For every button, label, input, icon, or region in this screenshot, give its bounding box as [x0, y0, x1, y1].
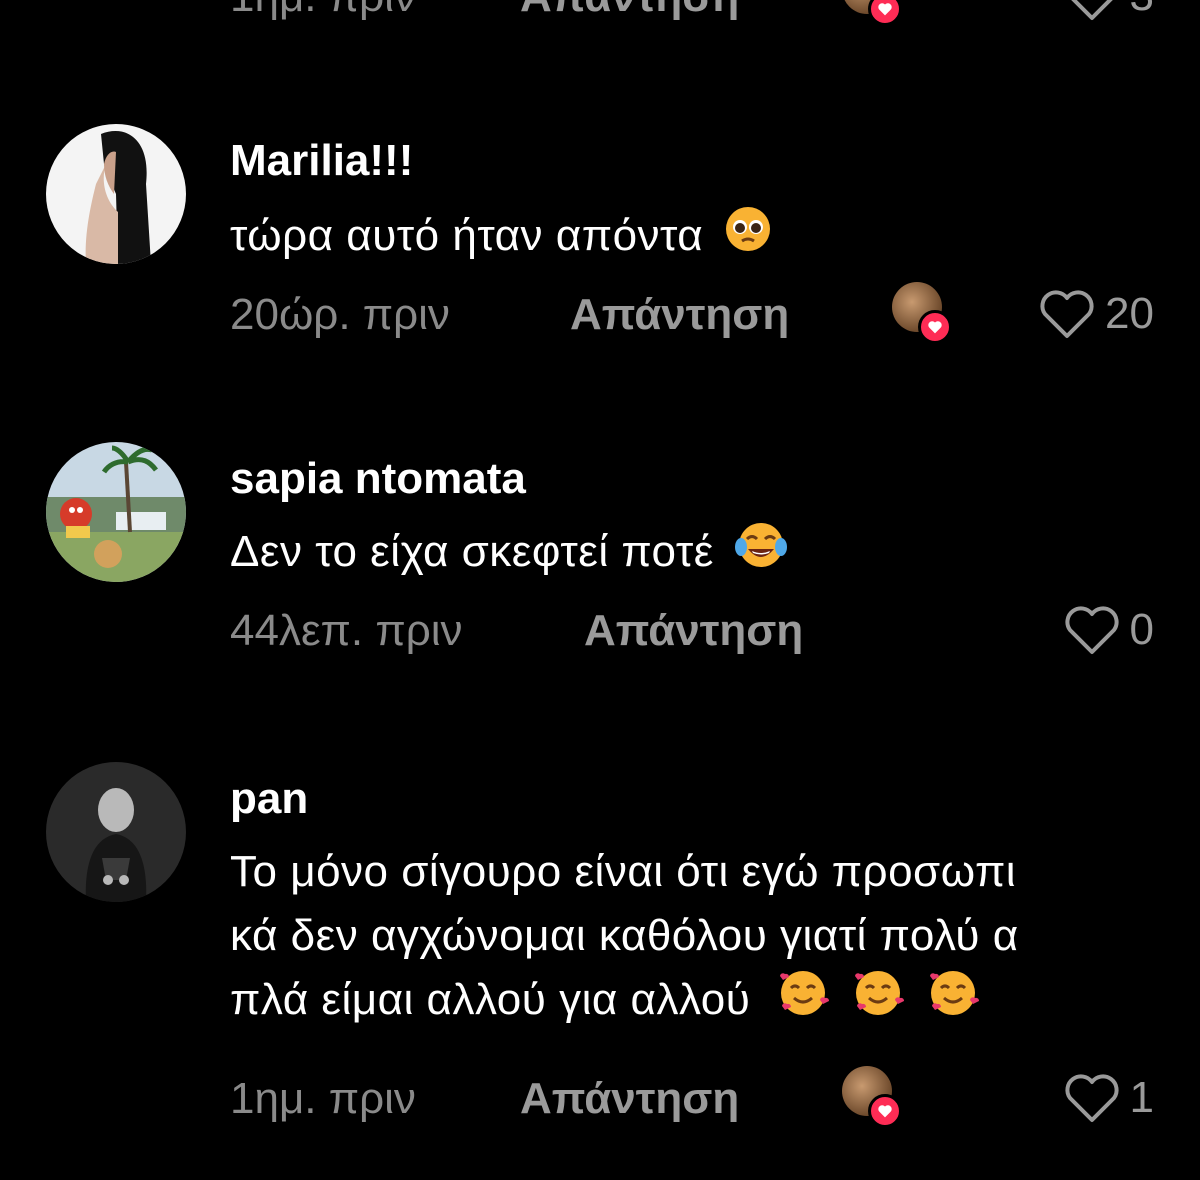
heart-badge-icon: [868, 1094, 902, 1128]
comment-text-line: κά δεν αγχώνομαι καθόλου γιατί πολύ α: [230, 911, 1019, 960]
heart-outline-icon: [1070, 0, 1113, 20]
comment-text: Δεν το είχα σκεφτεί ποτέ: [230, 520, 1170, 587]
like-button[interactable]: 3: [1062, 0, 1154, 22]
reply-button[interactable]: Απάντηση: [520, 0, 739, 22]
smiling-face-with-hearts-emoji: [852, 968, 904, 1036]
like-count: 1: [1129, 1073, 1154, 1122]
comment-time: 20ώρ. πριν: [230, 290, 450, 339]
like-count: 20: [1105, 289, 1154, 338]
comment-time: 1ημ. πριν: [230, 0, 416, 22]
username[interactable]: sapia ntomata: [230, 454, 526, 504]
reply-button[interactable]: Απάντηση: [520, 1074, 739, 1124]
creator-liked-avatar: [842, 1066, 902, 1128]
like-button[interactable]: 1: [1062, 1072, 1154, 1124]
comment-text: Το μόνο σίγουρο είναι ότι εγώ προσωπι κά…: [230, 840, 1170, 1036]
smiling-face-with-hearts-emoji: [777, 968, 830, 1036]
comment-time: 1ημ. πριν: [230, 1074, 416, 1123]
creator-liked-avatar: [842, 0, 902, 26]
pleading-face-emoji: [724, 205, 772, 271]
like-button[interactable]: 20: [1037, 288, 1154, 340]
comment-meta: 44λεπ. πριν Απάντηση 0: [230, 604, 1170, 666]
creator-liked-avatar: [892, 282, 952, 344]
avatar[interactable]: [46, 442, 186, 582]
like-button[interactable]: 0: [1062, 604, 1154, 656]
like-count: 3: [1130, 0, 1154, 21]
avatar[interactable]: [46, 124, 186, 264]
like-count: 0: [1129, 605, 1154, 654]
partial-comment-meta: 1ημ. πριν Απάντηση 3: [0, 0, 1200, 32]
comment-text-line: Το μόνο σίγουρο είναι ότι εγώ προσωπι: [230, 847, 1017, 896]
tears-of-joy-emoji: [734, 521, 787, 587]
smiling-face-with-hearts-emoji: [927, 968, 979, 1036]
username[interactable]: Marilia!!!: [230, 136, 413, 186]
username[interactable]: pan: [230, 774, 308, 824]
comment-text-line: πλά είμαι αλλού για αλλού: [230, 968, 1170, 1036]
heart-badge-icon: [868, 0, 902, 26]
reply-button[interactable]: Απάντηση: [570, 290, 789, 340]
heart-outline-icon: [1064, 1074, 1119, 1122]
avatar[interactable]: [46, 762, 186, 902]
heart-outline-icon: [1040, 290, 1094, 338]
heart-outline-icon: [1064, 606, 1119, 654]
heart-badge-icon: [918, 310, 952, 344]
comment-meta: 20ώρ. πριν Απάντηση 20: [230, 282, 1170, 350]
comment-meta: 1ημ. πριν Απάντηση 1: [230, 1066, 1170, 1134]
comment-time: 44λεπ. πριν: [230, 606, 463, 655]
reply-button[interactable]: Απάντηση: [584, 606, 803, 656]
comment-text: τώρα αυτό ήταν απόντα: [230, 204, 1170, 271]
